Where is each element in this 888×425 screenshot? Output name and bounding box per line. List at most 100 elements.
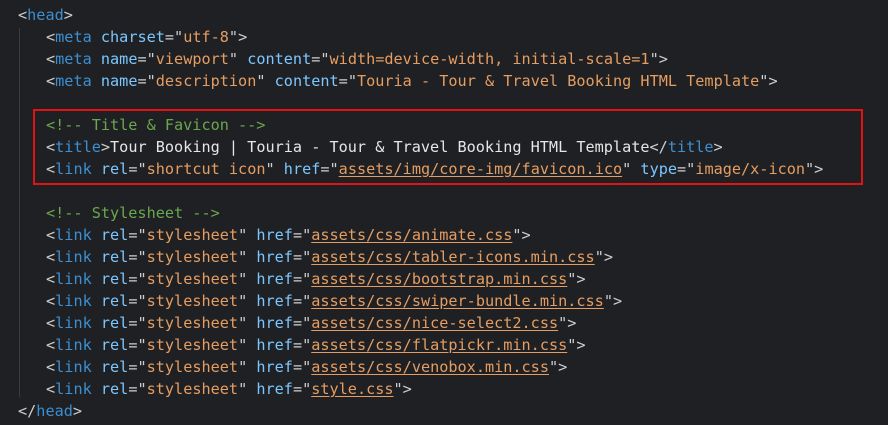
- code-token: href: [256, 358, 293, 376]
- code-token: ">: [594, 248, 613, 266]
- code-token: ": [238, 380, 257, 398]
- code-token: ": [238, 248, 257, 266]
- code-token: assets/css/tabler-icons.min.css: [311, 248, 595, 266]
- code-line: <link rel="stylesheet" href="assets/css/…: [46, 312, 576, 334]
- code-token: =": [128, 292, 147, 310]
- code-token: link: [55, 270, 92, 288]
- code-token: <: [46, 336, 56, 354]
- code-token: assets/css/flatpickr.min.css: [311, 336, 568, 354]
- code-token: ": [238, 270, 257, 288]
- code-line: <link rel="stylesheet" href="assets/css/…: [46, 290, 622, 312]
- code-token: assets/css/animate.css: [311, 226, 513, 244]
- code-line: <meta charset="utf-8">: [46, 26, 247, 48]
- code-token: rel: [100, 270, 129, 288]
- code-token: meta: [55, 50, 92, 68]
- code-token: =": [292, 380, 312, 398]
- code-token: <: [46, 292, 56, 310]
- code-token: =": [292, 314, 312, 332]
- code-token: link: [55, 248, 92, 266]
- code-token: ": [228, 50, 248, 68]
- code-token: <: [46, 50, 56, 68]
- code-token: ": [238, 226, 257, 244]
- code-token: content: [247, 50, 312, 68]
- code-token: ">: [512, 226, 531, 244]
- code-token: <!-- Stylesheet -->: [46, 204, 220, 222]
- code-token: =": [292, 292, 312, 310]
- code-token: assets/css/swiper-bundle.min.css: [311, 292, 604, 310]
- code-token: meta: [55, 28, 92, 46]
- code-token: href: [256, 336, 293, 354]
- code-token: href: [256, 380, 293, 398]
- code-line: <link rel="stylesheet" href="style.css">: [46, 378, 412, 400]
- code-token: assets/css/venobox.min.css: [311, 358, 549, 376]
- code-token: content: [274, 72, 339, 90]
- code-token: rel: [100, 336, 129, 354]
- code-token: href: [256, 226, 293, 244]
- code-token: rel: [100, 358, 129, 376]
- code-token: link: [55, 380, 92, 398]
- code-token: >: [72, 402, 83, 420]
- code-token: =": [128, 336, 147, 354]
- code-line: <link rel="stylesheet" href="assets/css/…: [46, 224, 531, 246]
- code-token: >: [63, 6, 73, 24]
- code-token: link: [55, 226, 92, 244]
- code-token: ": [238, 336, 257, 354]
- code-token: =": [128, 380, 147, 398]
- code-line: <meta name="description" content="Touria…: [46, 70, 778, 92]
- code-token: href: [256, 292, 293, 310]
- code-token: ">: [558, 314, 577, 332]
- code-token: =": [292, 270, 312, 288]
- code-token: Touria - Tour & Travel Booking HTML Temp…: [356, 72, 760, 90]
- code-token: stylesheet: [146, 226, 239, 244]
- code-line: <head>: [18, 4, 73, 26]
- code-token: =": [292, 226, 312, 244]
- code-token: =": [137, 72, 156, 90]
- code-line: <link rel="stylesheet" href="assets/css/…: [46, 246, 613, 268]
- code-token: name: [100, 72, 138, 90]
- code-token: ": [238, 292, 257, 310]
- code-token: rel: [100, 380, 129, 398]
- code-token: ">: [548, 358, 568, 376]
- code-token: rel: [100, 248, 129, 266]
- code-token: link: [55, 358, 92, 376]
- code-token: ">: [567, 270, 586, 288]
- code-token: <: [46, 358, 56, 376]
- code-token: =": [292, 336, 312, 354]
- code-token: stylesheet: [146, 358, 239, 376]
- code-token: width=device-width, initial-scale=1: [329, 50, 650, 68]
- code-token: rel: [100, 292, 129, 310]
- code-token: ">: [393, 380, 412, 398]
- code-token: <: [46, 248, 56, 266]
- code-token: <: [46, 28, 56, 46]
- code-token: stylesheet: [146, 380, 239, 398]
- code-token: <: [46, 380, 56, 398]
- code-token: ">: [649, 50, 668, 68]
- code-token: =": [128, 226, 147, 244]
- code-token: meta: [55, 72, 92, 90]
- code-token: ": [238, 358, 257, 376]
- code-token: ">: [759, 72, 778, 90]
- code-token: =": [292, 358, 312, 376]
- code-token: <: [18, 6, 28, 24]
- code-token: stylesheet: [146, 248, 239, 266]
- code-line: <!-- Stylesheet -->: [46, 202, 220, 224]
- code-token: =": [128, 314, 147, 332]
- code-token: ">: [603, 292, 623, 310]
- code-token: stylesheet: [146, 314, 239, 332]
- code-token: href: [256, 248, 293, 266]
- code-editor[interactable]: <head> <meta charset="utf-8"> <meta name="…: [0, 0, 888, 425]
- code-token: viewport: [155, 50, 229, 68]
- code-token: link: [55, 292, 92, 310]
- code-token: ": [256, 72, 275, 90]
